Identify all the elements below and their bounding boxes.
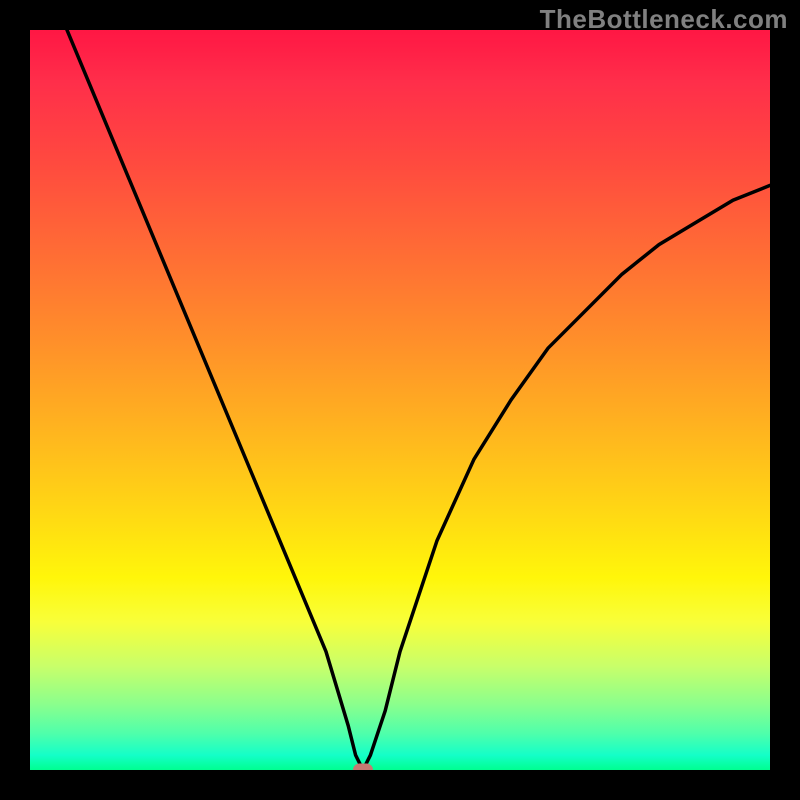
minimum-marker [353, 764, 373, 771]
curve-svg [30, 30, 770, 770]
bottleneck-curve [67, 30, 770, 770]
watermark-text: TheBottleneck.com [540, 4, 788, 35]
plot-area [30, 30, 770, 770]
chart-container: TheBottleneck.com [0, 0, 800, 800]
